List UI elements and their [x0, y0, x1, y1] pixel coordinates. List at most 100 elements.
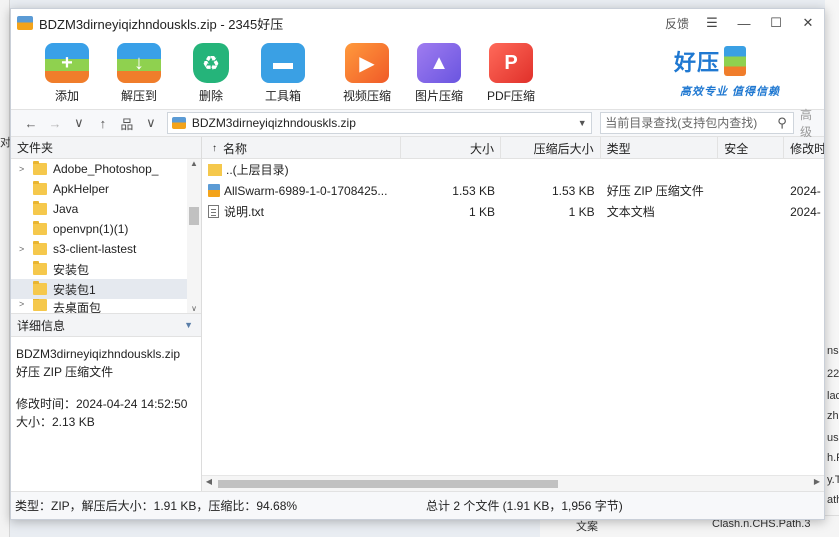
expand-chevron-icon[interactable]: >	[19, 299, 31, 309]
column-compressed-size[interactable]: 压缩后大小	[501, 137, 601, 159]
tree-item-selected[interactable]: 安装包1	[11, 279, 201, 299]
table-row[interactable]: ..(上层目录)	[202, 159, 824, 180]
file-list-header: ↑ 名称 大小 压缩后大小 类型 安全 修改时	[202, 137, 824, 159]
tree-item[interactable]: > Adobe_Photoshop_	[11, 159, 201, 179]
file-list-hscrollbar[interactable]: ◀ ▶	[202, 475, 824, 491]
forward-arrow-icon[interactable]: →	[43, 110, 67, 136]
extract-to-button[interactable]: ↓ 解压到	[103, 37, 175, 109]
table-row[interactable]: AllSwarm-6989-1-0-1708425... 1.53 KB 1.5…	[202, 180, 824, 201]
background-folder-label: 文案	[576, 521, 598, 533]
hscrollbar-thumb[interactable]	[218, 480, 558, 488]
scroll-right-icon[interactable]: ▶	[810, 477, 824, 486]
row-security	[718, 180, 784, 201]
feedback-button[interactable]: 反馈	[658, 9, 696, 37]
sort-up-icon: ↑	[212, 142, 217, 154]
view-mode-icon[interactable]: 品	[115, 110, 139, 136]
row-security	[718, 201, 784, 222]
minimize-button[interactable]: —	[728, 9, 760, 37]
background-right-frag: nsh	[827, 345, 839, 357]
zip-path-icon	[171, 117, 186, 129]
column-modified[interactable]: 修改时	[784, 137, 824, 159]
view-mode-chevron-icon[interactable]: ∨	[139, 110, 163, 136]
menu-icon[interactable]: ☰	[696, 9, 728, 37]
table-row[interactable]: 说明.txt 1 KB 1 KB 文本文档 2024-	[202, 201, 824, 222]
pdf-compress-button[interactable]: P PDF压缩	[475, 37, 547, 109]
tree-item[interactable]: 安装包	[11, 259, 201, 279]
video-compress-button[interactable]: ▶ 视频压缩	[331, 37, 403, 109]
path-bar[interactable]: BDZM3dirneyiqizhndouskls.zip ▼	[166, 112, 593, 134]
row-type	[601, 159, 719, 180]
status-bar: 类型：ZIP，解压后大小：1.91 KB，压缩比：94.68% 总计 2 个文件…	[11, 491, 824, 519]
history-chevron-icon[interactable]: ∨	[67, 110, 91, 136]
row-type: 文本文档	[606, 205, 655, 219]
folder-icon	[33, 241, 47, 255]
tree-item-label: 安装包	[53, 262, 90, 277]
background-right-frag: 22.2	[827, 368, 839, 380]
image-compress-button[interactable]: ▲ 图片压缩	[403, 37, 475, 109]
row-name: ..(上层目录)	[226, 163, 289, 177]
status-total: 总计 2 个文件 (1.91 KB，1,956 字节)	[426, 499, 623, 513]
toolbox-icon: ▬	[261, 43, 305, 83]
video-compress-label: 视频压缩	[342, 89, 391, 103]
close-button[interactable]: ✕	[792, 9, 824, 37]
row-compressed	[501, 159, 601, 180]
row-name: AllSwarm-6989-1-0-1708425...	[224, 183, 388, 198]
row-name: 说明.txt	[224, 205, 265, 219]
back-arrow-icon[interactable]: ←	[19, 110, 43, 136]
scroll-up-icon[interactable]: ▲	[187, 159, 201, 168]
up-arrow-icon[interactable]: ↑	[91, 110, 115, 136]
tree-item[interactable]: ApkHelper	[11, 179, 201, 199]
navigation-bar: ← → ∨ ↑ 品 ∨ BDZM3dirneyiqizhndouskls.zip…	[11, 106, 824, 140]
details-header[interactable]: 详细信息 ▼	[11, 313, 201, 337]
detail-filename: BDZM3dirneyiqizhndouskls.zip	[16, 347, 181, 361]
row-size: 1 KB	[468, 204, 495, 219]
pdf-compress-label: PDF压缩	[486, 89, 535, 103]
path-text: BDZM3dirneyiqizhndouskls.zip	[191, 116, 356, 130]
background-right-frag: ath.z	[827, 494, 839, 506]
scrollbar-thumb[interactable]	[189, 207, 199, 225]
tree-item[interactable]: > s3-client-lastest	[11, 239, 201, 259]
tree-item-label: 去桌面包	[53, 301, 102, 313]
title-bar[interactable]: BDZM3dirneyiqizhndouskls.zip - 2345好压 反馈…	[11, 9, 824, 37]
path-dropdown-icon[interactable]: ▼	[573, 118, 591, 128]
toolbox-button[interactable]: ▬ 工具箱	[247, 37, 319, 109]
expand-chevron-icon[interactable]: >	[19, 164, 31, 174]
tree-item[interactable]: openvpn(1)(1)	[11, 219, 201, 239]
delete-button[interactable]: ♻ 删除	[175, 37, 247, 109]
folder-icon	[33, 201, 47, 215]
row-modified	[784, 159, 824, 180]
add-archive-icon: +	[45, 43, 89, 83]
background-right-frag: h.Pa	[827, 452, 839, 464]
tree-item[interactable]: > 去桌面包	[11, 299, 201, 313]
column-name[interactable]: ↑ 名称	[202, 137, 402, 159]
search-icon[interactable]: ⚲	[771, 115, 793, 131]
file-list-panel: ↑ 名称 大小 压缩后大小 类型 安全 修改时 ..(上层目录) AllSwarm…	[202, 137, 824, 491]
folder-tree-scrollbar[interactable]: ▲ ∨	[187, 159, 201, 313]
folder-icon	[33, 221, 47, 235]
up-folder-icon	[208, 163, 222, 176]
scroll-down-icon[interactable]: ∨	[187, 304, 201, 313]
details-collapse-icon[interactable]: ▼	[184, 320, 193, 330]
search-input[interactable]	[605, 116, 766, 130]
add-button[interactable]: + 添加	[31, 37, 103, 109]
app-icon	[17, 16, 33, 30]
tree-item-label: Java	[53, 202, 79, 216]
advanced-search-button[interactable]: 高级	[800, 106, 824, 140]
file-list-rows: ..(上层目录) AllSwarm-6989-1-0-1708425... 1.…	[202, 159, 824, 491]
folder-panel-header: 文件夹	[11, 137, 201, 159]
brand-logo: 好压 高效专业 值得信赖	[674, 39, 814, 105]
column-type[interactable]: 类型	[601, 137, 719, 159]
extract-label: 解压到	[120, 89, 157, 103]
row-compressed: 1 KB	[568, 204, 595, 219]
column-size[interactable]: 大小	[401, 137, 501, 159]
maximize-button[interactable]: ☐	[760, 9, 792, 37]
folder-icon	[33, 281, 47, 295]
tree-item[interactable]: Java	[11, 199, 201, 219]
expand-chevron-icon[interactable]: >	[19, 244, 31, 254]
column-security[interactable]: 安全	[718, 137, 785, 159]
zip-file-icon	[208, 184, 220, 197]
detail-modified: 修改时间：2024-04-24 14:52:50	[16, 397, 188, 411]
tree-item-label: 安装包1	[53, 282, 96, 297]
tree-item-label: openvpn(1)(1)	[53, 222, 129, 236]
scroll-left-icon[interactable]: ◀	[202, 477, 216, 486]
